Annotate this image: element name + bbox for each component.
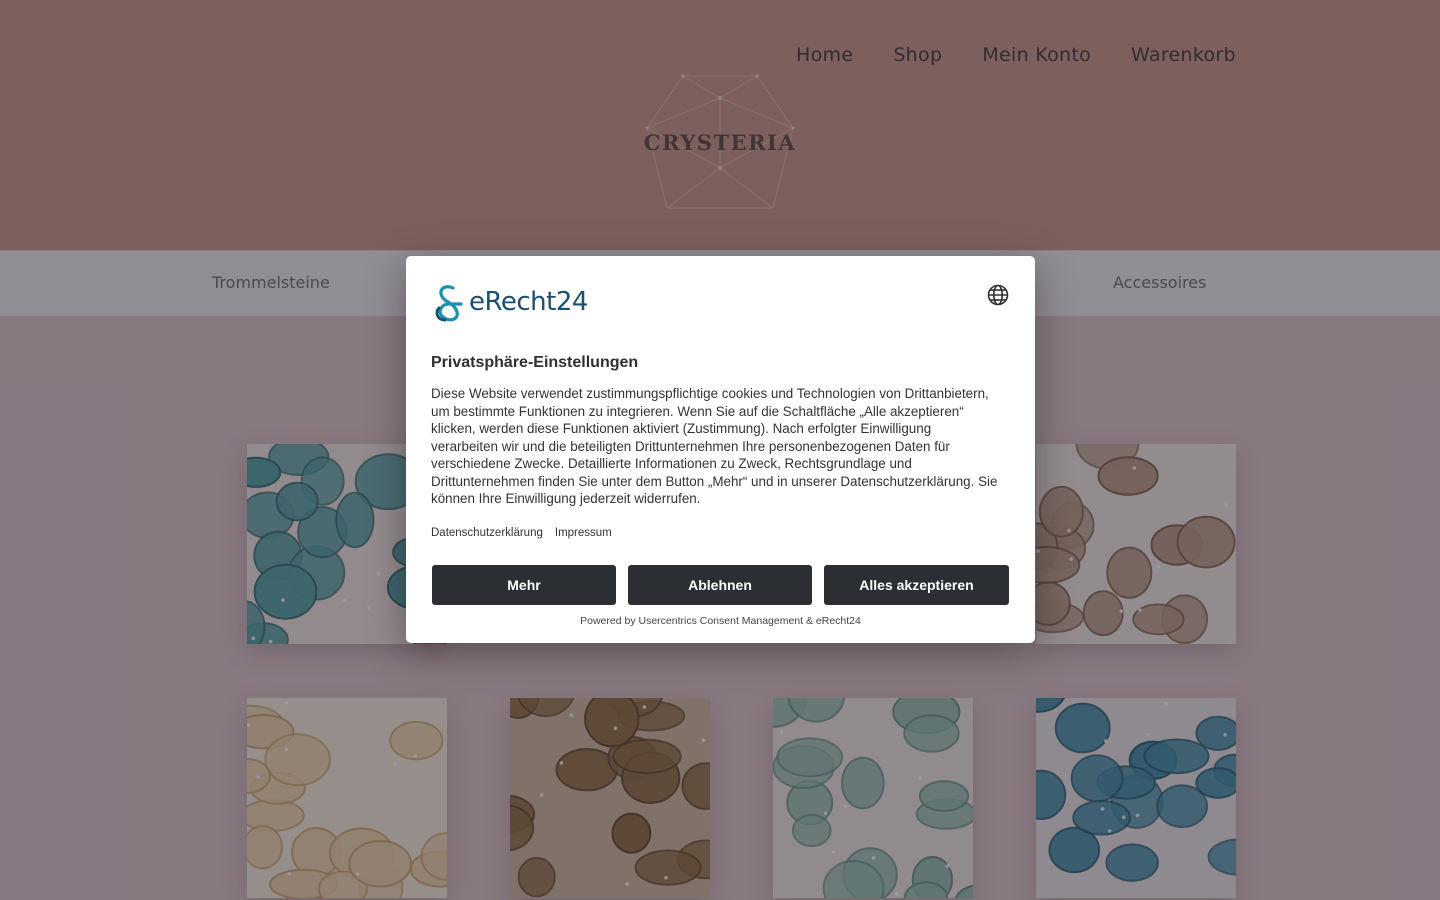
erecht24-mark-icon [435, 285, 463, 322]
consent-title: Privatsphäre-Einstellungen [431, 354, 639, 371]
accept-all-button[interactable]: Alles akzeptieren [824, 565, 1009, 605]
privacy-policy-link[interactable]: Datenschutzerklärung [431, 527, 543, 539]
consent-dialog: eRecht24 Privatsphäre-Einstellungen Dies… [406, 256, 1035, 643]
language-globe-icon[interactable] [987, 284, 1009, 306]
decline-button[interactable]: Ablehnen [628, 565, 812, 605]
more-button[interactable]: Mehr [432, 565, 616, 605]
consent-description: Diese Website verwendet zustimmungspflic… [431, 386, 998, 506]
brand-name: eRecht24 [469, 287, 588, 317]
powered-by-text: Powered by Usercentrics Consent Manageme… [580, 615, 861, 627]
imprint-link[interactable]: Impressum [555, 527, 612, 539]
erecht24-logo: eRecht24 [431, 282, 588, 322]
consent-links: Datenschutzerklärung Impressum [431, 527, 612, 539]
